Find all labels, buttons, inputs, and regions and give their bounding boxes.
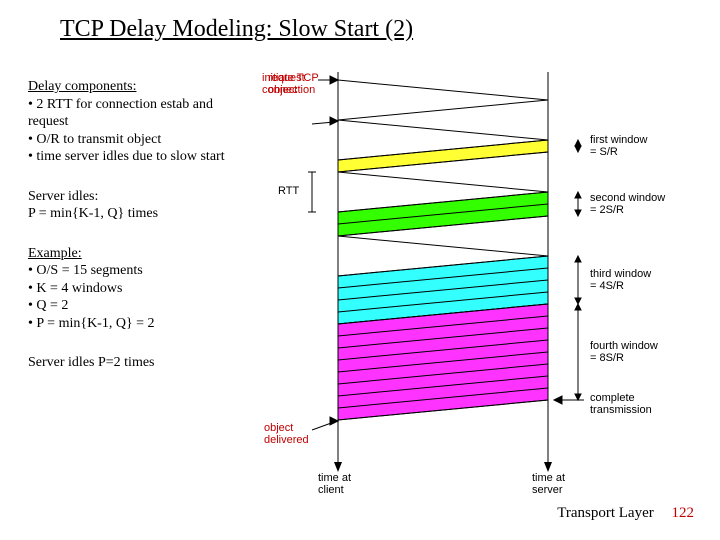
example-2: • K = 4 windows <box>28 280 238 298</box>
label-rtt: RTT <box>278 185 299 197</box>
bullet-1: • 2 RTT for connection estab and request <box>28 96 238 131</box>
footer-chapter: Transport Layer <box>557 505 654 521</box>
label-window-2: second window= 2S/R <box>590 192 665 216</box>
example-3: • Q = 2 <box>28 297 238 315</box>
footer: Transport Layer 122 <box>557 505 694 522</box>
example-header: Example: <box>28 245 238 263</box>
label-window-4: fourth window= 8S/R <box>590 340 658 364</box>
bullet-2: • O/R to transmit object <box>28 131 238 149</box>
label-delivered: objectdelivered <box>264 422 309 446</box>
label-window-1: first window= S/R <box>590 134 647 158</box>
footer-page-number: 122 <box>672 505 695 521</box>
left-column: Delay components: • 2 RTT for connection… <box>28 78 238 372</box>
label-window-3: third window= 4S/R <box>590 268 651 292</box>
label-request: requestobject <box>268 72 305 96</box>
label-time-client: time atclient <box>318 472 351 496</box>
slide-title: TCP Delay Modeling: Slow Start (2) <box>60 16 413 43</box>
label-time-server: time atserver <box>532 472 565 496</box>
delay-components-header: Delay components: <box>28 78 238 96</box>
bullet-3: • time server idles due to slow start <box>28 148 238 166</box>
server-idles-caption: Server idles: <box>28 188 238 206</box>
server-idles-formula: P = min{K-1, Q} times <box>28 205 238 223</box>
server-idles-result: Server idles P=2 times <box>28 354 238 372</box>
diagram: initiate TCPconnection requestobject RTT… <box>248 72 700 492</box>
label-complete: completetransmission <box>590 392 652 416</box>
example-4: • P = min{K-1, Q} = 2 <box>28 315 238 333</box>
example-1: • O/S = 15 segments <box>28 262 238 280</box>
